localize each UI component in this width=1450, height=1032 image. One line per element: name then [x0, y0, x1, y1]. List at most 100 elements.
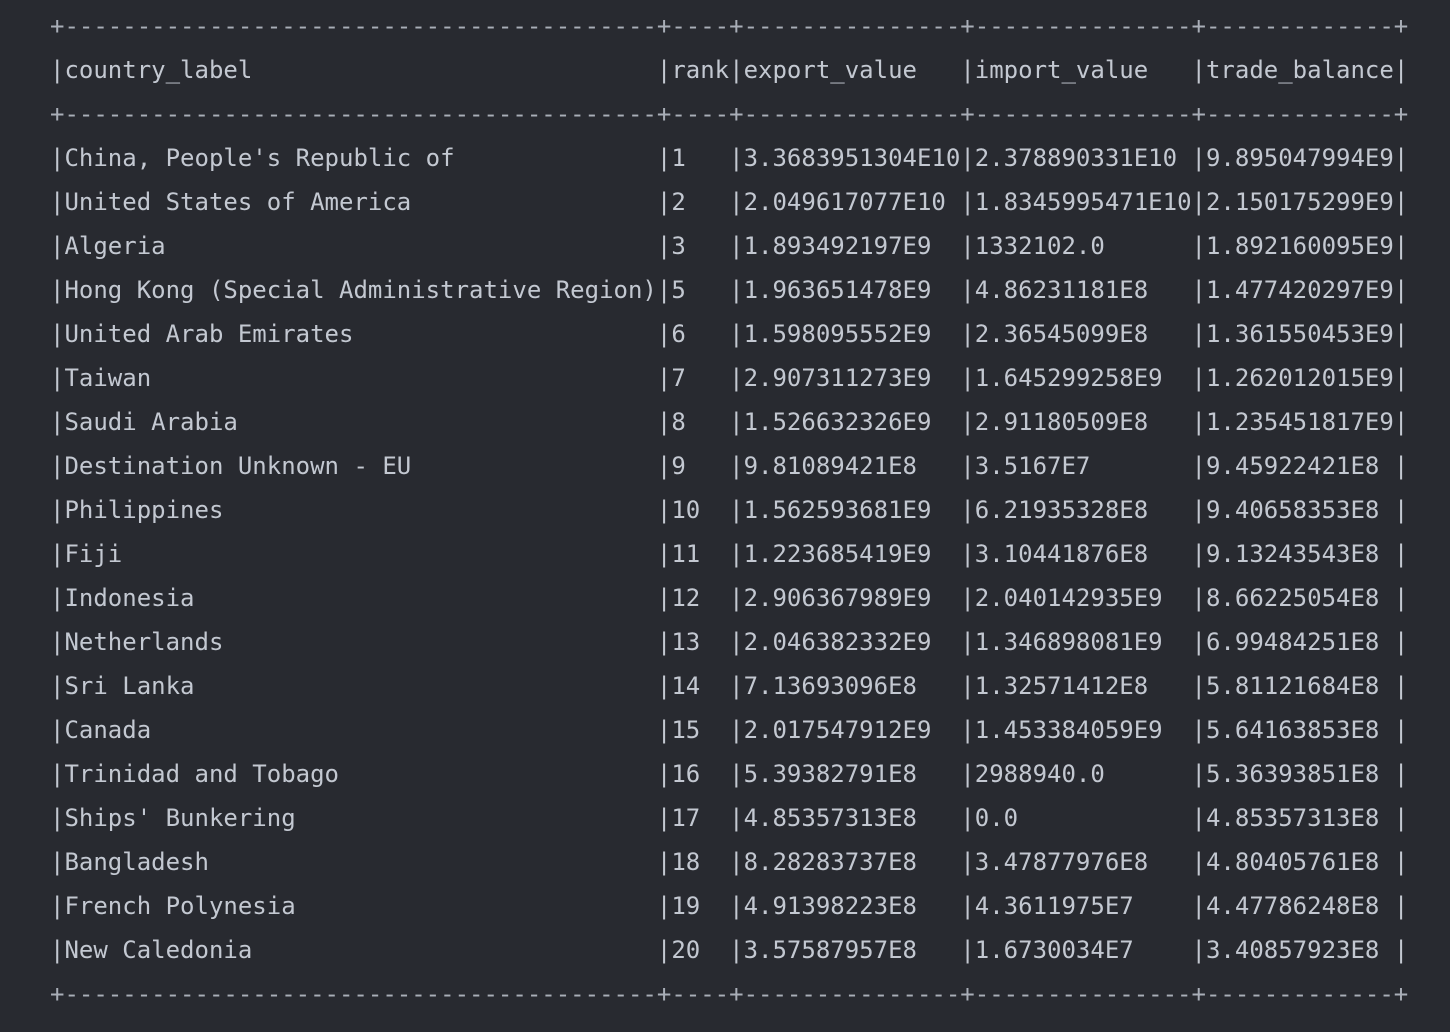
cell-trade-balance: 5.64163853E8	[1205, 716, 1394, 744]
header-cell-trade-balance: trade_balance	[1205, 56, 1394, 84]
cell-import-value: 3.10441876E8	[974, 540, 1192, 568]
cell-rank: 19	[671, 892, 730, 920]
cell-export-value: 9.81089421E8	[743, 452, 961, 480]
cell-export-value: 1.893492197E9	[743, 232, 961, 260]
table-row: |Taiwan |7 |2.907311273E9 |1.645299258E9…	[50, 364, 1409, 392]
cell-export-value: 4.91398223E8	[743, 892, 961, 920]
cell-trade-balance: 1.361550453E9	[1205, 320, 1394, 348]
cell-rank: 9	[671, 452, 730, 480]
header-cell-rank: rank	[671, 56, 730, 84]
cell-trade-balance: 8.66225054E8	[1205, 584, 1394, 612]
cell-country-label: Netherlands	[64, 628, 657, 656]
table-row: |Saudi Arabia |8 |1.526632326E9 |2.91180…	[50, 408, 1409, 436]
table-row: |New Caledonia |20 |3.57587957E8 |1.6730…	[50, 936, 1409, 964]
cell-trade-balance: 3.40857923E8	[1205, 936, 1394, 964]
cell-rank: 2	[671, 188, 730, 216]
cell-country-label: French Polynesia	[64, 892, 657, 920]
table-row: |China, People's Republic of |1 |3.36839…	[50, 144, 1409, 172]
cell-rank: 6	[671, 320, 730, 348]
cell-export-value: 1.223685419E9	[743, 540, 961, 568]
cell-country-label: Indonesia	[64, 584, 657, 612]
cell-rank: 7	[671, 364, 730, 392]
cell-country-label: Philippines	[64, 496, 657, 524]
cell-import-value: 1.645299258E9	[974, 364, 1192, 392]
cell-rank: 16	[671, 760, 730, 788]
cell-country-label: Sri Lanka	[64, 672, 657, 700]
cell-trade-balance: 1.262012015E9	[1205, 364, 1394, 392]
cell-country-label: Bangladesh	[64, 848, 657, 876]
cell-import-value: 1332102.0	[974, 232, 1192, 260]
cell-import-value: 2988940.0	[974, 760, 1192, 788]
cell-export-value: 1.562593681E9	[743, 496, 961, 524]
cell-export-value: 3.3683951304E10	[743, 144, 961, 172]
cell-export-value: 2.907311273E9	[743, 364, 961, 392]
cell-rank: 11	[671, 540, 730, 568]
cell-rank: 8	[671, 408, 730, 436]
cell-country-label: Canada	[64, 716, 657, 744]
cell-country-label: Taiwan	[64, 364, 657, 392]
cell-rank: 20	[671, 936, 730, 964]
cell-country-label: China, People's Republic of	[64, 144, 657, 172]
cell-country-label: Fiji	[64, 540, 657, 568]
table-row: |Fiji |11 |1.223685419E9 |3.10441876E8 |…	[50, 540, 1409, 568]
cell-import-value: 1.346898081E9	[974, 628, 1192, 656]
cell-trade-balance: 1.477420297E9	[1205, 276, 1394, 304]
table-row: |Destination Unknown - EU |9 |9.81089421…	[50, 452, 1409, 480]
cell-trade-balance: 9.13243543E8	[1205, 540, 1394, 568]
cell-import-value: 3.47877976E8	[974, 848, 1192, 876]
cell-trade-balance: 9.45922421E8	[1205, 452, 1394, 480]
cell-import-value: 1.8345995471E10	[974, 188, 1192, 216]
cell-trade-balance: 4.80405761E8	[1205, 848, 1394, 876]
cell-export-value: 5.39382791E8	[743, 760, 961, 788]
cell-import-value: 2.36545099E8	[974, 320, 1192, 348]
cell-export-value: 4.85357313E8	[743, 804, 961, 832]
cell-import-value: 0.0	[974, 804, 1192, 832]
cell-trade-balance: 9.895047994E9	[1205, 144, 1394, 172]
cell-import-value: 3.5167E7	[974, 452, 1192, 480]
table-border: +---------------------------------------…	[50, 980, 1409, 1008]
cell-country-label: Destination Unknown - EU	[64, 452, 657, 480]
cell-country-label: Ships' Bunkering	[64, 804, 657, 832]
cell-rank: 15	[671, 716, 730, 744]
table-row: |French Polynesia |19 |4.91398223E8 |4.3…	[50, 892, 1409, 920]
cell-export-value: 1.526632326E9	[743, 408, 961, 436]
table-row: |Algeria |3 |1.893492197E9 |1332102.0 |1…	[50, 232, 1409, 260]
cell-import-value: 1.6730034E7	[974, 936, 1192, 964]
cell-import-value: 2.378890331E10	[974, 144, 1192, 172]
cell-trade-balance: 1.892160095E9	[1205, 232, 1394, 260]
table-row: |Sri Lanka |14 |7.13693096E8 |1.32571412…	[50, 672, 1409, 700]
cell-export-value: 1.963651478E9	[743, 276, 961, 304]
cell-country-label: United Arab Emirates	[64, 320, 657, 348]
table-row: |Ships' Bunkering |17 |4.85357313E8 |0.0…	[50, 804, 1409, 832]
console-output: +---------------------------------------…	[50, 4, 1408, 1016]
table-row: |United Arab Emirates |6 |1.598095552E9 …	[50, 320, 1409, 348]
cell-import-value: 2.040142935E9	[974, 584, 1192, 612]
cell-rank: 3	[671, 232, 730, 260]
cell-country-label: United States of America	[64, 188, 657, 216]
cell-export-value: 2.017547912E9	[743, 716, 961, 744]
cell-trade-balance: 6.99484251E8	[1205, 628, 1394, 656]
table-row: |Indonesia |12 |2.906367989E9 |2.0401429…	[50, 584, 1409, 612]
cell-rank: 12	[671, 584, 730, 612]
cell-trade-balance: 4.47786248E8	[1205, 892, 1394, 920]
cell-import-value: 2.91180509E8	[974, 408, 1192, 436]
cell-import-value: 1.32571412E8	[974, 672, 1192, 700]
cell-export-value: 2.049617077E10	[743, 188, 961, 216]
cell-rank: 14	[671, 672, 730, 700]
table-row: |Netherlands |13 |2.046382332E9 |1.34689…	[50, 628, 1409, 656]
cell-trade-balance: 9.40658353E8	[1205, 496, 1394, 524]
cell-trade-balance: 5.36393851E8	[1205, 760, 1394, 788]
header-cell-export-value: export_value	[743, 56, 961, 84]
cell-trade-balance: 2.150175299E9	[1205, 188, 1394, 216]
cell-country-label: Saudi Arabia	[64, 408, 657, 436]
cell-trade-balance: 4.85357313E8	[1205, 804, 1394, 832]
cell-import-value: 1.453384059E9	[974, 716, 1192, 744]
cell-rank: 1	[671, 144, 730, 172]
table-row: |Canada |15 |2.017547912E9 |1.453384059E…	[50, 716, 1409, 744]
cell-country-label: Hong Kong (Special Administrative Region…	[64, 276, 657, 304]
cell-country-label: Trinidad and Tobago	[64, 760, 657, 788]
cell-rank: 18	[671, 848, 730, 876]
cell-export-value: 3.57587957E8	[743, 936, 961, 964]
table-border: +---------------------------------------…	[50, 12, 1409, 40]
table-row: |United States of America |2 |2.04961707…	[50, 188, 1409, 216]
